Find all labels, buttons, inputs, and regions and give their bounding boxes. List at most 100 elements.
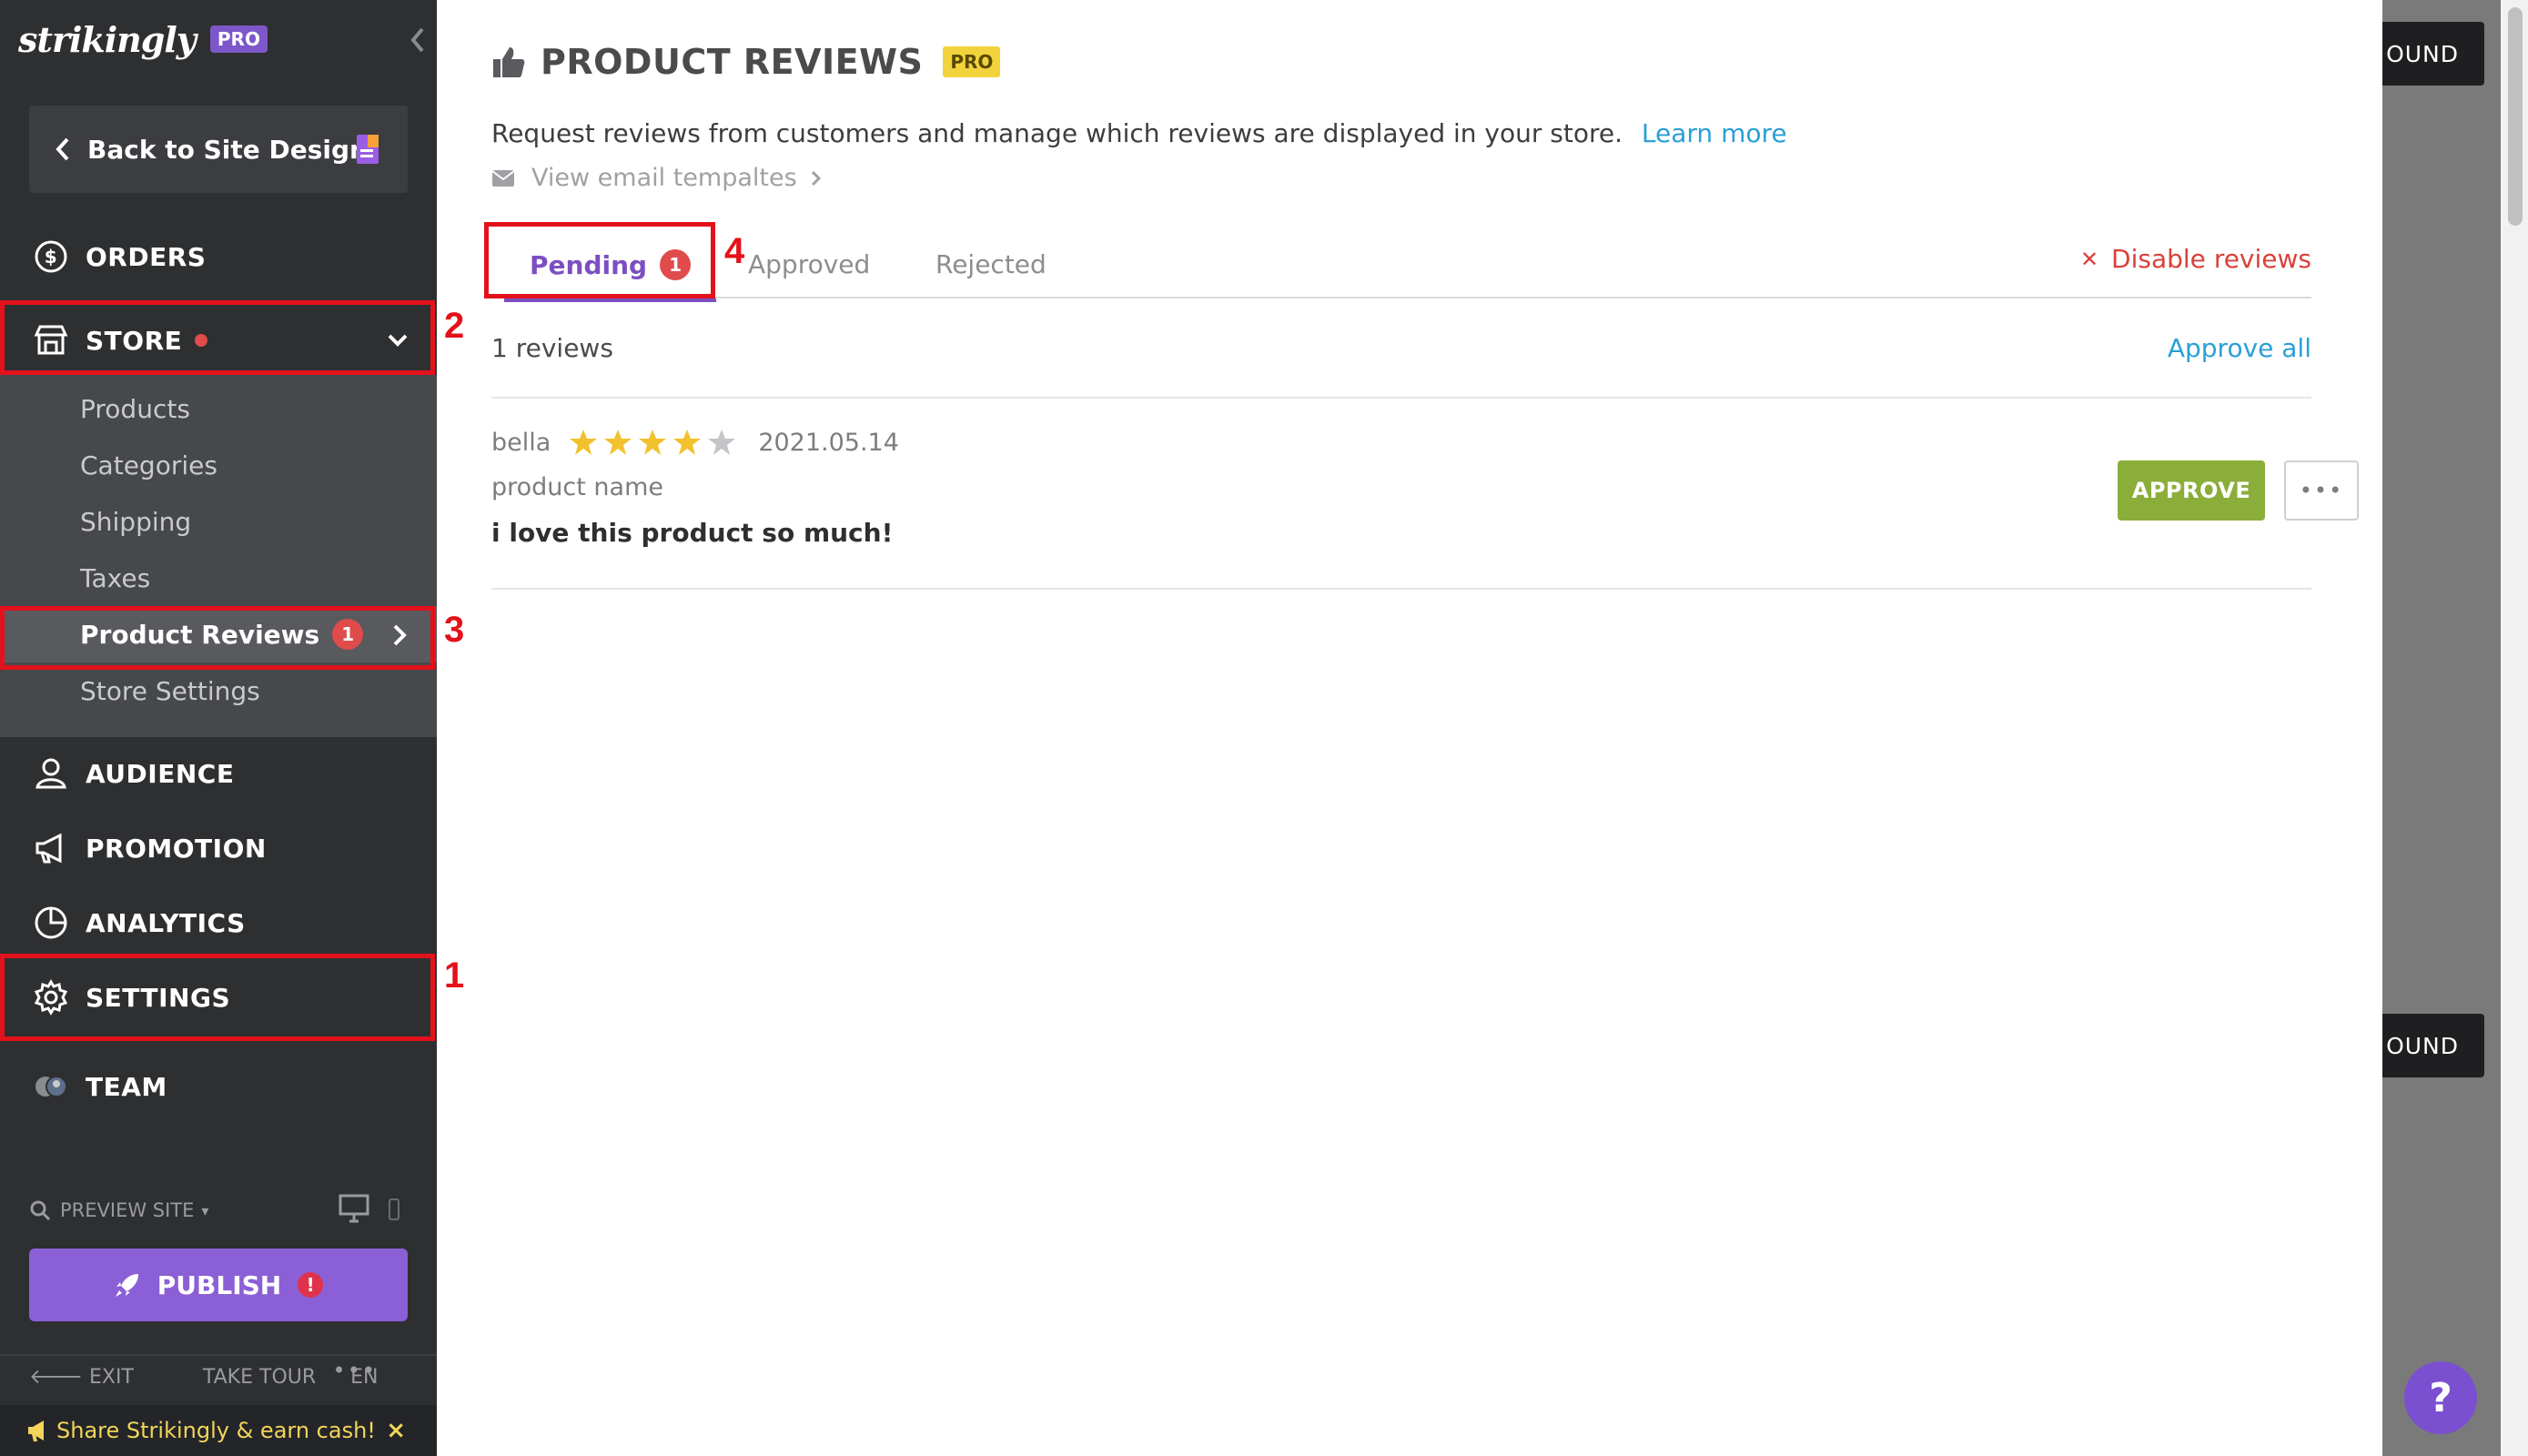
megaphone-icon: [35, 833, 62, 864]
disable-reviews-button[interactable]: ✕ Disable reviews: [2080, 244, 2311, 274]
disable-reviews-label: Disable reviews: [2111, 244, 2311, 274]
page-design-icon: [357, 135, 379, 164]
approve-all-link[interactable]: Approve all: [2168, 333, 2311, 363]
nav-team-label: TEAM: [86, 1071, 167, 1102]
divider: [491, 397, 2311, 399]
submenu-shipping[interactable]: Shipping: [0, 493, 437, 550]
pro-tag: PRO: [943, 46, 1001, 77]
nav-orders-label: ORDERS: [86, 241, 207, 272]
background-button-bottom: OUND: [2382, 1014, 2484, 1077]
tab-rejected[interactable]: Rejected: [935, 249, 1047, 279]
review-header: bella 2021.05.14: [491, 428, 2311, 457]
annotation-number-1: 1: [444, 956, 465, 996]
sidebar-bottom-row: 🡐 EXIT TAKE TOUR EN •••: [29, 1358, 420, 1392]
nav-audience-label: AUDIENCE: [86, 758, 235, 789]
nav-orders[interactable]: $ ORDERS: [0, 220, 437, 293]
annotation-box-store: [0, 300, 435, 375]
nav-promotion-label: PROMOTION: [86, 833, 267, 864]
annotation-number-4: 4: [724, 231, 745, 271]
chevron-left-icon: [56, 137, 69, 161]
annotation-box-settings: [0, 954, 435, 1041]
more-options-icon[interactable]: •••: [333, 1358, 377, 1383]
logo-row: strikingly PRO: [18, 16, 268, 62]
chevron-right-icon: [811, 170, 821, 186]
review-date: 2021.05.14: [758, 428, 899, 457]
submenu-store-settings[interactable]: Store Settings: [0, 662, 437, 719]
nav-analytics-label: ANALYTICS: [86, 907, 246, 938]
review-item: bella 2021.05.14 product name i love thi…: [491, 428, 2359, 592]
share-earn-text: Share Strikingly & earn cash!: [56, 1418, 376, 1443]
review-tabs: Pending 1 Approved Rejected ✕ Disable re…: [491, 238, 2311, 302]
review-count-row: 1 reviews Approve all: [491, 333, 2311, 363]
close-share-bar-icon[interactable]: ×: [386, 1417, 406, 1444]
description-text: Request reviews from customers and manag…: [491, 118, 1623, 148]
review-count: 1 reviews: [491, 333, 613, 363]
page-title: PRODUCT REVIEWS: [541, 42, 924, 82]
annotation-box-product-reviews: [0, 606, 435, 670]
background-site-overlay: OUND OUND: [2382, 0, 2528, 1456]
preview-site-label[interactable]: PREVIEW SITE: [60, 1199, 194, 1221]
person-icon: [35, 758, 66, 789]
store-submenu: Products Categories Shipping Taxes Produ…: [0, 375, 437, 737]
mobile-icon[interactable]: [388, 1198, 400, 1221]
preview-site-row: PREVIEW SITE ▾: [29, 1194, 411, 1227]
view-email-templates-label: View email tempaltes: [531, 164, 797, 192]
publish-label: PUBLISH: [157, 1269, 282, 1300]
desktop-icon[interactable]: [339, 1194, 369, 1223]
search-icon: [30, 1200, 51, 1221]
review-product-name: product name: [491, 473, 663, 501]
exit-label: EXIT: [89, 1366, 134, 1389]
nav-analytics[interactable]: ANALYTICS: [0, 886, 437, 959]
close-icon: ✕: [2079, 246, 2099, 272]
star-filled-icon: [673, 430, 702, 455]
star-rating: [569, 428, 742, 457]
strikingly-logo[interactable]: strikingly: [18, 19, 197, 60]
nav-promotion[interactable]: PROMOTION: [0, 812, 437, 885]
svg-text:$: $: [45, 246, 57, 268]
rocket-icon: [115, 1274, 138, 1297]
take-tour-link[interactable]: TAKE TOUR: [203, 1366, 316, 1389]
submenu-products[interactable]: Products: [0, 380, 437, 437]
exit-link[interactable]: 🡐 EXIT: [29, 1365, 168, 1389]
nav-team[interactable]: TEAM: [0, 1050, 437, 1123]
sidebar: strikingly PRO Back to Site Design $ ORD…: [0, 0, 437, 1456]
star-filled-icon: [604, 430, 632, 455]
sidebar-divider: [0, 1354, 437, 1356]
divider: [491, 588, 2311, 590]
review-author: bella: [491, 428, 551, 457]
star-filled-icon: [639, 430, 667, 455]
main-panel: PRODUCT REVIEWS PRO Request reviews from…: [437, 0, 2382, 1456]
publish-alert-icon: !: [298, 1272, 324, 1298]
review-more-button[interactable]: •••: [2284, 460, 2359, 521]
scrollbar[interactable]: [2501, 0, 2528, 1456]
learn-more-link[interactable]: Learn more: [1642, 118, 1787, 148]
tab-approved[interactable]: Approved: [748, 249, 870, 279]
submenu-categories[interactable]: Categories: [0, 437, 437, 493]
nav-audience[interactable]: AUDIENCE: [0, 737, 437, 810]
megaphone-small-icon: [28, 1421, 44, 1441]
annotation-number-3: 3: [444, 610, 465, 650]
thumbs-up-icon: [493, 47, 525, 77]
scrollbar-thumb[interactable]: [2508, 7, 2523, 226]
annotation-number-2: 2: [444, 306, 465, 346]
pro-badge: PRO: [209, 25, 268, 53]
approve-button[interactable]: APPROVE: [2118, 460, 2265, 521]
dollar-circle-icon: $: [35, 240, 67, 273]
star-filled-icon: [570, 430, 598, 455]
back-to-site-design-label: Back to Site Design: [87, 134, 368, 165]
envelope-icon: [491, 169, 515, 187]
view-email-templates-link[interactable]: View email tempaltes: [491, 164, 823, 192]
collapse-sidebar-icon[interactable]: [406, 24, 430, 56]
team-avatars-icon: [35, 1076, 67, 1097]
page-description: Request reviews from customers and manag…: [491, 118, 1787, 148]
publish-button[interactable]: PUBLISH !: [29, 1249, 408, 1321]
page-header: PRODUCT REVIEWS PRO: [491, 42, 1001, 82]
submenu-taxes[interactable]: Taxes: [0, 550, 437, 606]
back-to-site-design-button[interactable]: Back to Site Design: [29, 106, 408, 193]
help-button[interactable]: ?: [2404, 1361, 2477, 1434]
caret-down-icon[interactable]: ▾: [201, 1202, 208, 1219]
star-empty-icon: [708, 430, 736, 455]
share-earn-bar[interactable]: Share Strikingly & earn cash! ×: [0, 1405, 437, 1456]
pie-chart-icon: [35, 906, 67, 939]
annotation-box-pending-tab: [484, 222, 715, 298]
